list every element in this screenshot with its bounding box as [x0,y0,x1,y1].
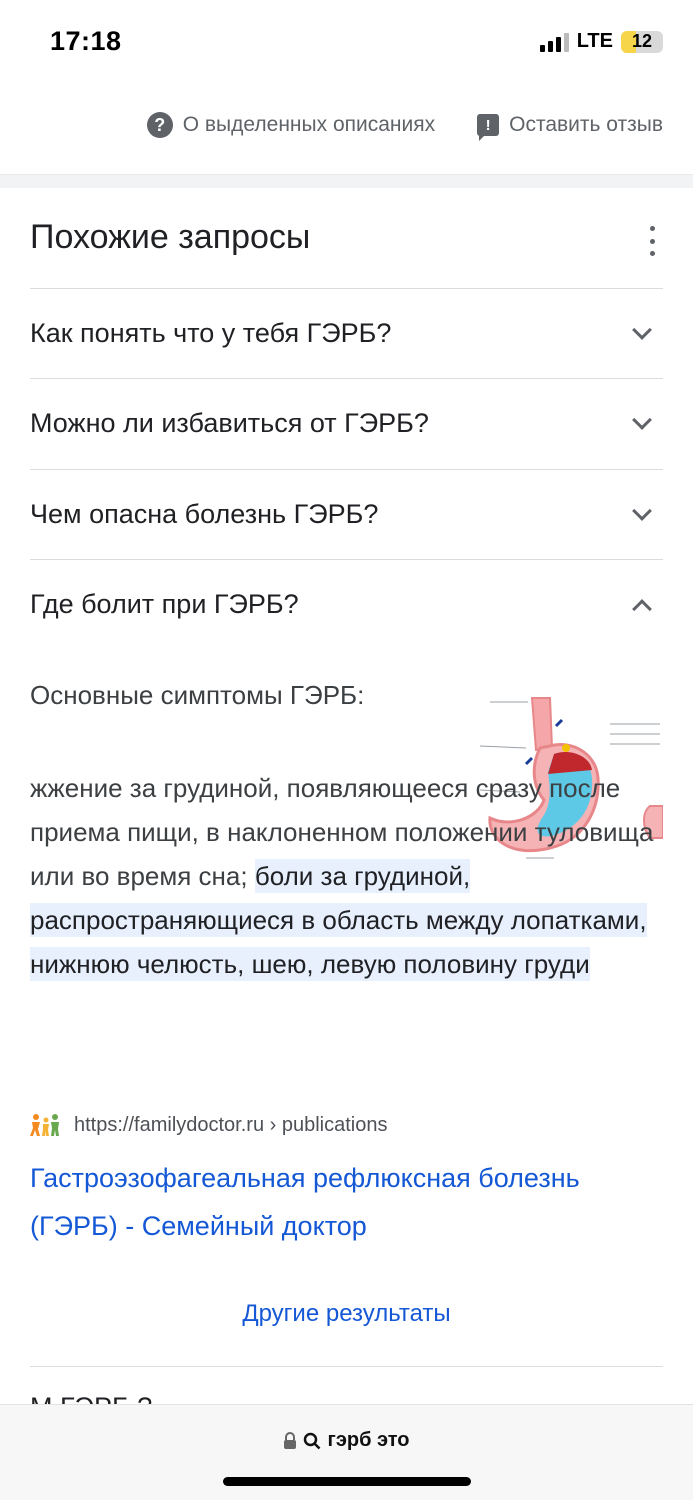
chevron-down-icon [632,500,652,521]
feedback-icon: ! [477,114,500,141]
address-query: гэрб это [327,1429,410,1451]
status-bar: 17:18 LTE 12 [0,0,693,88]
chevron-down-icon [632,409,652,430]
related-question-text: Чем опасна болезнь ГЭРБ? [30,499,379,529]
source-url: https://familydoctor.ru › publications [74,1113,388,1136]
home-indicator [223,1477,471,1486]
status-time: 17:18 [50,26,122,56]
about-snippets-label: О выделенных описаниях [182,113,436,136]
related-question-text: Можно ли избавиться от ГЭРБ? [30,408,429,438]
network-label: LTE [576,30,613,52]
related-question-text: Где болит при ГЭРБ? [30,589,299,619]
lock-icon [284,1431,297,1449]
battery-icon: 12 [621,30,663,53]
more-results-link[interactable]: Другие результаты [0,1300,693,1328]
status-indicators: LTE 12 [539,30,663,53]
more-options-icon[interactable] [645,226,659,256]
related-question-text: Как понять что у тебя ГЭРБ? [30,318,392,348]
chevron-up-icon [632,598,652,619]
related-questions-header: Похожие запросы [30,218,663,264]
about-snippets-link[interactable]: ? О выделенных описаниях [146,112,436,138]
battery-level: 12 [631,31,653,51]
family-favicon-icon [30,1114,59,1136]
signal-icon [539,32,569,52]
related-question-row-expanded[interactable]: Где болит при ГЭРБ? [30,559,663,649]
source-citation[interactable]: https://familydoctor.ru › publications [30,1113,387,1137]
address-field[interactable]: гэрб это [0,1429,693,1452]
divider [30,1366,663,1367]
answer-lead: Основные симптомы ГЭРБ: [30,680,365,710]
related-questions-title: Похожие запросы [30,218,311,256]
related-question-row[interactable]: Как понять что у тебя ГЭРБ? [30,288,663,378]
leave-feedback-label: Оставить отзыв [509,113,663,136]
help-circle-icon: ? [146,112,173,138]
search-icon [304,1432,321,1449]
answer-text: жжение за грудиной, появляющееся сразу п… [30,766,663,986]
related-question-row[interactable]: Можно ли избавиться от ГЭРБ? [30,378,663,468]
source-title-link[interactable]: Гастроэзофагеальная рефлюксная болезнь (… [30,1154,663,1250]
featured-snippet-feedback: ? О выделенных описаниях ! Оставить отзы… [146,112,663,141]
chevron-down-icon [632,319,652,340]
leave-feedback-link[interactable]: ! Оставить отзыв [477,113,663,141]
section-divider [0,174,693,188]
related-question-row[interactable]: Чем опасна болезнь ГЭРБ? [30,469,663,559]
browser-address-bar[interactable]: гэрб это [0,1404,693,1500]
